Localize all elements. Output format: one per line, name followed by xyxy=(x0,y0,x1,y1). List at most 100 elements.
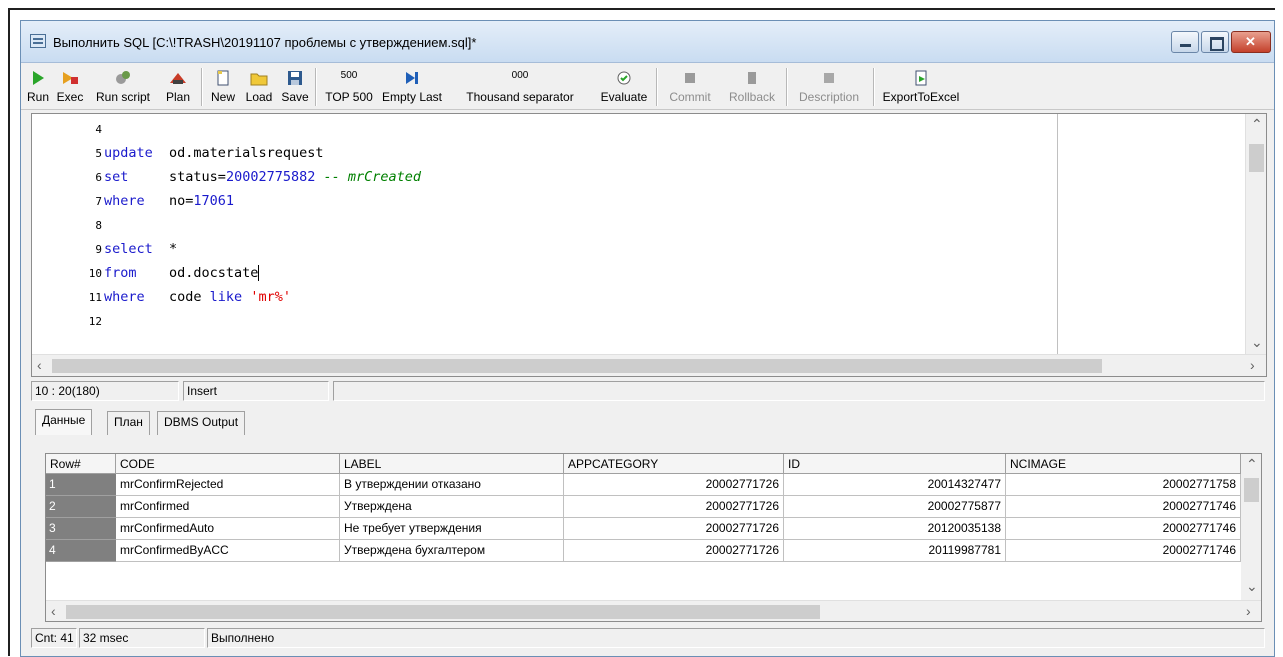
scroll-right-icon[interactable]: › xyxy=(1250,357,1255,373)
tab-data[interactable]: Данные xyxy=(35,409,93,435)
table-cell[interactable]: 20002771726 xyxy=(564,540,784,562)
result-grid[interactable]: Row# CODE LABEL APPCATEGORY ID NCIMAGE 1… xyxy=(45,453,1262,622)
table-cell[interactable]: 20002771726 xyxy=(564,474,784,496)
table-cell[interactable]: 20002771746 xyxy=(1006,518,1241,540)
status-message xyxy=(333,381,1265,401)
table-cell[interactable]: В утверждении отказано xyxy=(340,474,564,496)
toolbar-separator xyxy=(315,68,316,106)
table-cell[interactable]: Утверждена бухгалтером xyxy=(340,540,564,562)
row-count: Cnt: 41 xyxy=(31,628,77,648)
skip-last-icon xyxy=(406,72,418,84)
column-header[interactable]: CODE xyxy=(116,454,340,474)
maximize-button[interactable] xyxy=(1201,31,1229,53)
folder-icon xyxy=(250,73,268,86)
toolbar-separator xyxy=(201,68,202,106)
table-cell[interactable]: 20002771758 xyxy=(1006,474,1241,496)
column-header[interactable]: Row# xyxy=(46,454,116,474)
row-number[interactable]: 3 xyxy=(46,518,116,540)
row-number[interactable]: 1 xyxy=(46,474,116,496)
result-status-bar: Cnt: 41 32 msec Выполнено xyxy=(31,626,1267,648)
execution-result: Выполнено xyxy=(207,628,1265,648)
scroll-left-icon[interactable]: ‹ xyxy=(51,603,56,619)
table-cell[interactable]: mrConfirmedAuto xyxy=(116,518,340,540)
script-icon xyxy=(116,71,130,84)
table-cell[interactable]: 20002775877 xyxy=(784,496,1006,518)
edit-mode: Insert xyxy=(183,381,329,401)
top500-button[interactable]: 500 TOP 500 xyxy=(319,64,379,110)
plan-icon xyxy=(170,73,186,84)
save-button[interactable]: Save xyxy=(277,64,313,110)
table-cell[interactable]: 20014327477 xyxy=(784,474,1006,496)
line-number: 6 xyxy=(95,171,102,184)
table-cell[interactable]: 20002771746 xyxy=(1006,540,1241,562)
table-cell[interactable]: 20002771726 xyxy=(564,496,784,518)
line-number: 10 xyxy=(88,267,102,280)
close-button[interactable] xyxy=(1231,31,1271,53)
table-cell[interactable]: 20119987781 xyxy=(784,540,1006,562)
toolbar: Run Exec Run script Plan New Load Save 5… xyxy=(21,64,1274,110)
sql-window: Выполнить SQL [C:\!TRASH\20191107 пробле… xyxy=(20,20,1275,657)
line-number: 4 xyxy=(95,123,102,136)
column-header[interactable]: APPCATEGORY xyxy=(564,454,784,474)
code-line: select * xyxy=(104,241,178,257)
commit-icon xyxy=(685,73,695,83)
grid-horizontal-scrollbar[interactable]: ‹ › xyxy=(46,600,1261,621)
run-button[interactable]: Run xyxy=(23,64,53,110)
rollback-icon xyxy=(748,72,756,84)
row-number[interactable]: 2 xyxy=(46,496,116,518)
column-header[interactable]: ID xyxy=(784,454,1006,474)
text-caret xyxy=(258,265,260,281)
load-button[interactable]: Load xyxy=(241,64,277,110)
tab-dbms-output[interactable]: DBMS Output xyxy=(157,411,246,435)
table-cell[interactable]: mrConfirmedByACC xyxy=(116,540,340,562)
exec-button[interactable]: Exec xyxy=(53,64,87,110)
commit-button[interactable]: Commit xyxy=(659,64,721,110)
table-cell[interactable]: Утверждена xyxy=(340,496,564,518)
tab-plan[interactable]: План xyxy=(107,411,150,435)
scroll-down-icon[interactable]: ⌄ xyxy=(1251,334,1263,351)
grid-vertical-scrollbar[interactable]: ⌃ ⌄ xyxy=(1241,454,1261,600)
right-margin-line xyxy=(1057,114,1058,354)
toolbar-separator xyxy=(873,68,874,106)
column-header[interactable]: NCIMAGE xyxy=(1006,454,1241,474)
editor-status-bar: 10 : 20(180) Insert xyxy=(31,379,1267,401)
scroll-left-icon[interactable]: ‹ xyxy=(37,357,42,373)
thousand-separator-button[interactable]: 000 Thousand separator xyxy=(445,64,595,110)
line-number: 12 xyxy=(88,315,102,328)
scroll-thumb[interactable] xyxy=(52,359,1102,373)
row-number[interactable]: 4 xyxy=(46,540,116,562)
minimize-button[interactable] xyxy=(1171,31,1199,53)
table-cell[interactable]: mrConfirmed xyxy=(116,496,340,518)
table-cell[interactable]: 20002771746 xyxy=(1006,496,1241,518)
plan-button[interactable]: Plan xyxy=(159,64,197,110)
export-excel-button[interactable]: ExportToExcel xyxy=(876,64,966,110)
scroll-thumb[interactable] xyxy=(1244,478,1259,502)
scroll-thumb[interactable] xyxy=(66,605,820,619)
table-cell[interactable]: 20002771726 xyxy=(564,518,784,540)
play-icon xyxy=(33,71,44,85)
rollback-button[interactable]: Rollback xyxy=(721,64,783,110)
toolbar-separator xyxy=(786,68,787,106)
floppy-icon xyxy=(288,71,302,85)
scroll-thumb[interactable] xyxy=(1249,144,1264,172)
column-header[interactable]: LABEL xyxy=(340,454,564,474)
evaluate-button[interactable]: Evaluate xyxy=(595,64,653,110)
editor-horizontal-scrollbar[interactable]: ‹ › xyxy=(32,354,1266,376)
empty-last-button[interactable]: Empty Last xyxy=(379,64,445,110)
code-line: set status=20002775882 -- mrCreated xyxy=(104,169,422,185)
scroll-up-icon[interactable]: ⌃ xyxy=(1251,116,1263,133)
line-number: 8 xyxy=(95,219,102,232)
table-cell[interactable]: Не требует утверждения xyxy=(340,518,564,540)
description-button[interactable]: Description xyxy=(789,64,869,110)
sql-editor[interactable]: 4 5 6 7 8 9 10 11 12 update od.materials… xyxy=(31,113,1267,377)
scroll-right-icon[interactable]: › xyxy=(1246,603,1251,619)
scroll-up-icon[interactable]: ⌃ xyxy=(1246,456,1258,473)
table-cell[interactable]: 20120035138 xyxy=(784,518,1006,540)
run-script-button[interactable]: Run script xyxy=(87,64,159,110)
table-cell[interactable]: mrConfirmRejected xyxy=(116,474,340,496)
code-line: from od.docstate xyxy=(104,265,260,281)
scroll-down-icon[interactable]: ⌄ xyxy=(1246,578,1258,595)
title-bar[interactable]: Выполнить SQL [C:\!TRASH\20191107 пробле… xyxy=(21,21,1274,63)
editor-vertical-scrollbar[interactable]: ⌃ ⌄ xyxy=(1245,114,1266,354)
new-button[interactable]: New xyxy=(205,64,241,110)
